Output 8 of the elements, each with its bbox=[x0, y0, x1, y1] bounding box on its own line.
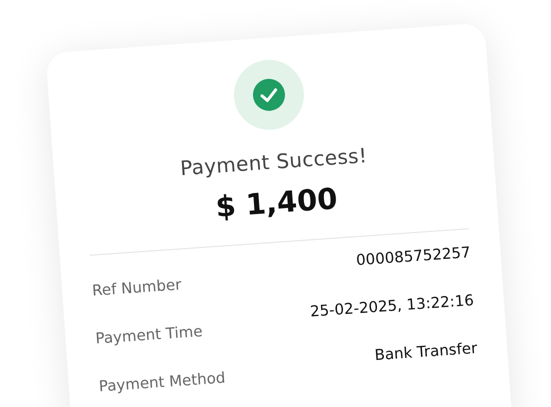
detail-label: Payment Method bbox=[98, 368, 226, 396]
detail-value: 000085752257 bbox=[356, 243, 472, 270]
detail-value: Bank Transfer bbox=[374, 338, 478, 364]
status-title: Payment Success! bbox=[179, 143, 368, 180]
detail-label: Payment Time bbox=[94, 322, 204, 348]
detail-value: 25-02-2025, 13:22:16 bbox=[309, 291, 474, 320]
detail-label: Ref Number bbox=[92, 275, 182, 300]
amount: $ 1,400 bbox=[214, 181, 339, 224]
